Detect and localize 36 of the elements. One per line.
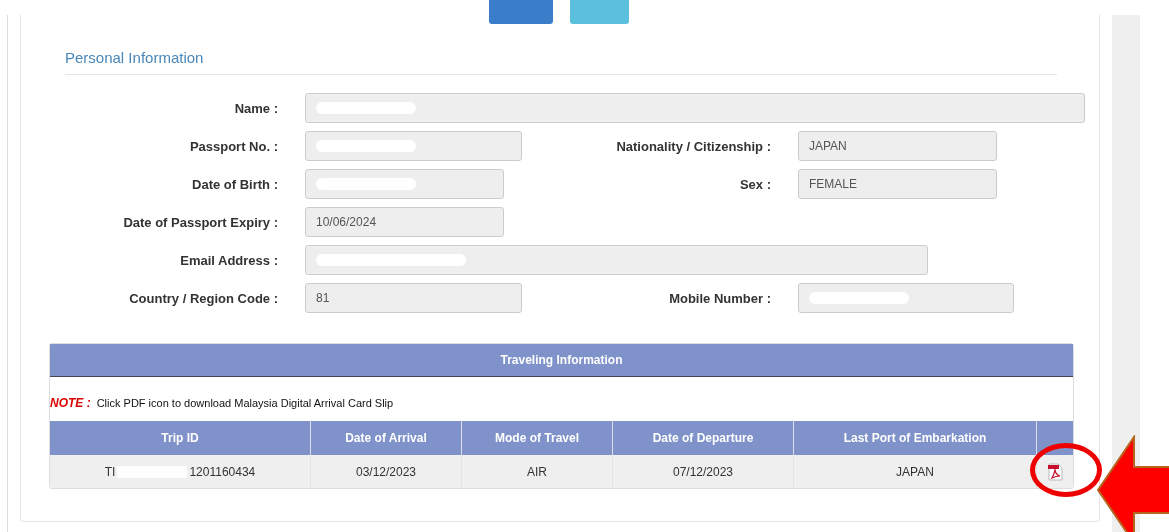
input-field[interactable] (798, 283, 1014, 313)
panel-header: Traveling Information (50, 344, 1073, 377)
field-label: Sex : (739, 176, 771, 192)
pdf-icon[interactable] (1047, 462, 1063, 481)
input-field[interactable] (305, 131, 522, 161)
field-label: Date of Passport Expiry : (123, 214, 278, 230)
trip-id-end: 1201160434 (189, 464, 256, 479)
note-label: NOTE : (50, 396, 91, 410)
table-cell: 07/12/2023 (612, 455, 794, 488)
field-label: Mobile Number : (669, 290, 771, 306)
input-field[interactable]: 81 (305, 283, 522, 313)
primary-button[interactable] (489, 0, 553, 24)
table-cell: 03/12/2023 (310, 455, 462, 488)
input-field[interactable]: FEMALE (798, 169, 997, 199)
column-header: Date of Departure (612, 421, 794, 455)
trip-id-start: TI (104, 464, 116, 479)
field-label: Email Address : (180, 252, 278, 268)
input-field[interactable] (305, 245, 928, 275)
input-field[interactable]: 10/06/2024 (305, 207, 504, 237)
table-cell: JAPAN (793, 455, 1037, 488)
input-field[interactable]: JAPAN (798, 131, 997, 161)
input-field[interactable] (305, 169, 504, 199)
field-label: Passport No. : (189, 138, 278, 154)
field-label: Name : (234, 100, 278, 116)
note-text: Click PDF icon to download Malaysia Digital Arrival Card Slip (96, 397, 394, 409)
field-label: Date of Birth : (192, 176, 278, 192)
column-header: Mode of Travel (461, 421, 613, 455)
input-field[interactable] (305, 93, 1085, 123)
column-header: Last Port of Embarkation (793, 421, 1037, 455)
field-label: Nationality / Citizenship : (616, 138, 771, 154)
column-header: Trip ID (50, 421, 311, 455)
table-cell: AIR (461, 455, 613, 488)
section-title: Personal Information (65, 49, 1057, 75)
field-label: Country / Region Code : (129, 290, 278, 306)
secondary-button[interactable] (570, 0, 629, 24)
column-header: Date of Arrival (310, 421, 462, 455)
